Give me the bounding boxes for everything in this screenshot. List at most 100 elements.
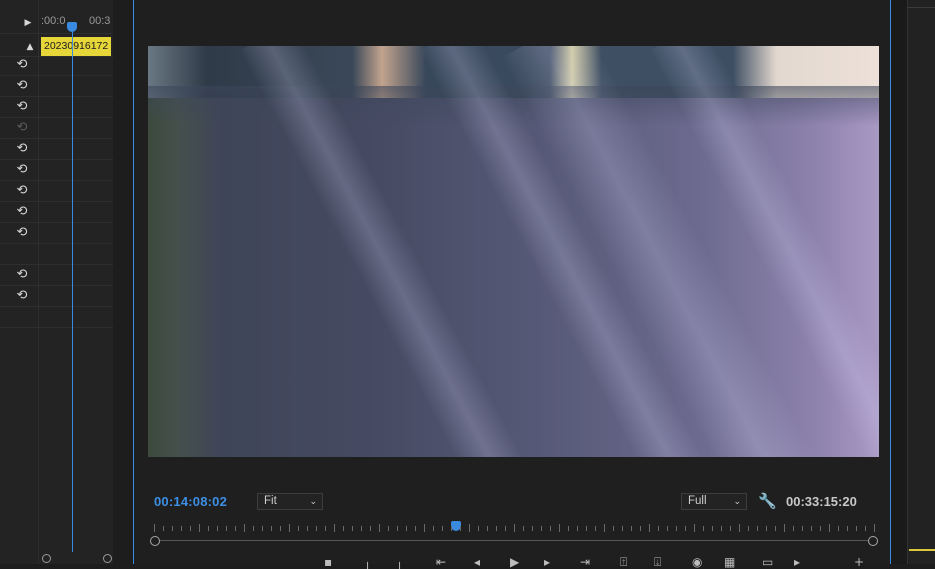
ruler-tick — [289, 524, 290, 532]
program-monitor: 00:14:08:02 Fit ⌄ Full ⌄ 🔧 00:33:15:20 ▪… — [133, 0, 891, 568]
step-back-icon[interactable]: ◂ — [474, 556, 480, 568]
ruler-tick — [514, 524, 515, 532]
ruler-tick — [631, 526, 632, 531]
ruler-tick — [199, 524, 200, 532]
play-icon[interactable]: ▶ — [510, 556, 519, 568]
zoom-level-dropdown[interactable]: Fit ⌄ — [257, 493, 323, 510]
reset-icon[interactable]: ⟲ — [14, 141, 30, 157]
ruler-tick — [460, 526, 461, 531]
ruler-tick — [505, 526, 506, 531]
ruler-tick — [874, 524, 875, 532]
mini-zoom-scrollbar[interactable] — [42, 554, 112, 564]
ruler-tick — [325, 526, 326, 531]
step-forward-icon[interactable]: ▸ — [544, 556, 550, 568]
ruler-tick — [352, 526, 353, 531]
reset-icon[interactable]: ⟲ — [14, 225, 30, 241]
ruler-tick — [226, 526, 227, 531]
export-frame-icon[interactable]: ▭ — [762, 556, 773, 568]
ruler-tick — [685, 526, 686, 531]
ruler-tick — [415, 526, 416, 531]
ruler-tick — [856, 526, 857, 531]
add-button-icon[interactable]: + — [854, 556, 864, 568]
clip-name-bar[interactable]: 20230916172 — [41, 37, 111, 56]
ruler-tick — [442, 526, 443, 531]
duration-timecode: 00:33:15:20 — [786, 494, 857, 509]
right-panel-divider — [907, 7, 935, 8]
marker-icon[interactable]: ▪ — [324, 556, 332, 568]
reset-icon[interactable]: ⟲ — [14, 99, 30, 115]
ruler-tick — [487, 526, 488, 531]
reset-icon[interactable]: ⟲ — [14, 288, 30, 304]
right-panel-content — [907, 0, 935, 564]
zoom-knob-left[interactable] — [150, 536, 160, 546]
comparison-icon[interactable]: ▦ — [724, 556, 735, 568]
lift-icon[interactable]: ⍐ — [620, 556, 627, 568]
mark-out-icon[interactable]: ╷ — [396, 556, 403, 568]
scrub-track — [154, 540, 874, 541]
ruler-tick — [235, 526, 236, 531]
ruler-label-end: 00:3 — [89, 15, 111, 27]
ruler-tick — [721, 526, 722, 531]
ruler-tick — [577, 526, 578, 531]
property-row: ⟲ — [0, 286, 113, 307]
right-panel-clip-marker — [909, 549, 935, 551]
mark-in-icon[interactable]: ╷ — [364, 556, 371, 568]
ruler-tick — [451, 526, 452, 531]
ruler-tick — [712, 526, 713, 531]
ruler-tick — [361, 526, 362, 531]
reset-icon[interactable]: ⟲ — [14, 57, 30, 73]
ruler-tick — [244, 524, 245, 532]
camera-icon[interactable]: ◉ — [692, 556, 702, 568]
ruler-tick — [523, 526, 524, 531]
current-timecode[interactable]: 00:14:08:02 — [154, 494, 227, 509]
collapse-triangle-icon[interactable]: ▲ — [22, 39, 38, 55]
reset-icon[interactable]: ⟲ — [14, 162, 30, 178]
extract-icon[interactable]: ⍗ — [654, 556, 661, 568]
reset-icon[interactable]: ⟲ — [14, 267, 30, 283]
playback-resolution-dropdown[interactable]: Full ⌄ — [681, 493, 747, 510]
transport-controls: ▪ ╷ ╷ ⇤ ◂ ▶ ▸ ⇥ ⍐ ⍗ ◉ ▦ ▭ ▸ + — [314, 556, 874, 568]
ruler-tick — [847, 526, 848, 531]
wrench-icon[interactable]: 🔧 — [758, 492, 777, 510]
scroll-knob-right[interactable] — [103, 554, 112, 563]
ruler-tick — [604, 524, 605, 532]
ruler-tick — [379, 524, 380, 532]
play-triangle-icon[interactable]: ▶ — [20, 15, 36, 31]
ruler-tick — [838, 526, 839, 531]
ruler-tick — [370, 526, 371, 531]
ruler-tick — [559, 524, 560, 532]
property-row: ⟲ — [0, 223, 113, 244]
ruler-tick — [406, 526, 407, 531]
property-row: ⟲ — [0, 97, 113, 118]
zoom-level-value: Fit — [264, 495, 277, 507]
ruler-tick — [703, 526, 704, 531]
property-row — [0, 244, 113, 265]
go-to-out-icon[interactable]: ⇥ — [580, 556, 590, 568]
reset-icon[interactable]: ⟲ — [14, 78, 30, 94]
ruler-tick — [739, 524, 740, 532]
proxy-icon[interactable]: ▸ — [794, 556, 800, 568]
ruler-tick — [334, 524, 335, 532]
ruler-tick — [748, 526, 749, 531]
ruler-tick — [658, 526, 659, 531]
chevron-down-icon: ⌄ — [733, 496, 741, 506]
zoom-knob-right[interactable] — [868, 536, 878, 546]
ruler-tick — [163, 526, 164, 531]
ruler-tick — [820, 526, 821, 531]
reset-icon[interactable]: ⟲ — [14, 183, 30, 199]
mini-playhead-line[interactable] — [72, 22, 73, 552]
ruler-tick — [433, 526, 434, 531]
reset-icon[interactable]: ⟲ — [14, 204, 30, 220]
property-row — [0, 307, 113, 328]
video-preview[interactable] — [148, 46, 879, 457]
property-row: ⟲ — [0, 55, 113, 76]
scrub-ruler[interactable] — [150, 520, 878, 548]
ruler-tick — [595, 526, 596, 531]
mini-playhead-handle[interactable] — [67, 22, 77, 32]
scroll-knob-left[interactable] — [42, 554, 51, 563]
ruler-label-start: :00:0 — [41, 15, 66, 27]
go-to-in-icon[interactable]: ⇤ — [436, 556, 446, 568]
ruler-tick — [586, 526, 587, 531]
ruler-tick — [541, 526, 542, 531]
effect-controls-panel: ▶ :00:0 00:3 ▲ 20230916172 ⟲ ⟲ ⟲ ⟲ ⟲ ⟲ ⟲… — [0, 0, 113, 564]
